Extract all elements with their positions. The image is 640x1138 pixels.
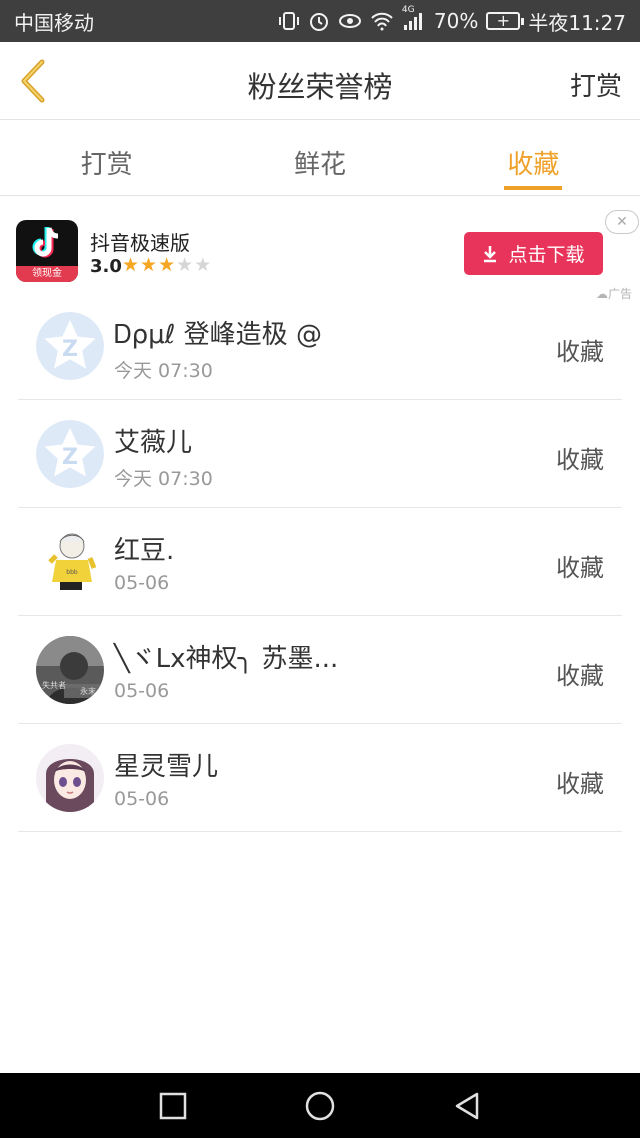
list-item[interactable]: Z Ꭰρμℓ 登峰造极 @ 今天 07:30 收藏: [18, 292, 622, 400]
header: 粉丝荣誉榜 打赏: [0, 42, 640, 120]
eye-icon: [338, 12, 362, 30]
svg-text:Z: Z: [62, 445, 78, 470]
action-label: 收藏: [556, 554, 604, 582]
item-date: 今天 07:30: [114, 360, 213, 382]
app-icon-badge: 领现金: [16, 266, 78, 282]
user-name: 红豆.: [114, 536, 175, 566]
page-title: 粉丝荣誉榜: [247, 70, 393, 104]
back-icon: [455, 1092, 478, 1119]
star-icon: ★: [176, 254, 195, 276]
screen: 中国移动 4G 70% + 半夜11:27 粉丝荣誉榜 打赏 打赏 鲜花 收藏 …: [0, 0, 640, 1138]
item-date: 05-06: [114, 680, 170, 702]
svg-text:失共者: 失共者: [42, 680, 66, 690]
recents-icon: [160, 1092, 187, 1119]
user-name: 艾薇儿: [114, 428, 193, 458]
tab-underline: [504, 186, 563, 190]
action-label: 收藏: [556, 446, 604, 474]
clock: 半夜11:27: [528, 10, 626, 35]
wifi-icon: [370, 11, 394, 31]
ad-banner[interactable]: 领现金 抖音极速版 3.0 ★★★★★ 点击下载 ✕ ☁广告: [0, 196, 640, 301]
download-label: 点击下载: [508, 244, 585, 266]
home-button[interactable]: [300, 1086, 340, 1126]
status-icons: 4G 70% + 半夜11:27: [278, 5, 626, 36]
list-item[interactable]: 星灵雪儿 05-06 收藏: [18, 724, 622, 832]
list-item[interactable]: bbb 红豆. 05-06 收藏: [18, 508, 622, 616]
item-date: 今天 07:30: [114, 468, 213, 490]
list-item[interactable]: Z 艾薇儿 今天 07:30 收藏: [18, 400, 622, 508]
user-name: 星灵雪儿: [114, 752, 219, 782]
recents-button[interactable]: [153, 1086, 193, 1126]
ad-rating-value: 3.0: [90, 256, 122, 277]
tab-tip[interactable]: 打赏: [0, 120, 213, 195]
tab-label: 鲜花: [293, 150, 346, 180]
battery-percent: 70%: [433, 9, 479, 33]
cartoon-avatar[interactable]: bbb: [36, 528, 104, 596]
carrier-label: 中国移动: [14, 10, 94, 35]
signal-icon: 4G: [402, 5, 426, 31]
photo-avatar[interactable]: 失共者永末: [36, 636, 104, 704]
navigation-bar: [0, 1073, 640, 1138]
tab-favorites[interactable]: 收藏: [427, 120, 640, 195]
battery-icon: +: [486, 12, 525, 30]
home-icon: [305, 1091, 335, 1120]
tab-flowers[interactable]: 鲜花: [213, 120, 426, 195]
item-date: 05-06: [114, 788, 170, 810]
svg-text:bbb: bbb: [66, 569, 78, 576]
tab-label: 收藏: [507, 150, 560, 180]
star-icon: ★: [194, 254, 213, 276]
action-label: 收藏: [556, 338, 604, 366]
svg-text:Z: Z: [62, 337, 78, 362]
nav-back-button[interactable]: [447, 1086, 487, 1126]
default-avatar[interactable]: Z: [36, 312, 104, 380]
favorites-list: Z Ꭰρμℓ 登峰造极 @ 今天 07:30 收藏 Z 艾薇儿 今天 07:30…: [18, 292, 622, 832]
download-icon: [484, 245, 497, 262]
alarm-icon: [308, 10, 330, 32]
download-button[interactable]: 点击下载: [464, 232, 603, 275]
star-icon: ★: [122, 254, 141, 276]
star-icon: ★: [140, 254, 159, 276]
action-label: 收藏: [556, 770, 604, 798]
status-bar: 中国移动 4G 70% + 半夜11:27: [0, 0, 640, 42]
tab-label: 打赏: [80, 150, 133, 180]
list-item[interactable]: 失共者永末 ╲ヾLx神权╮ 苏墨... 05-06 收藏: [18, 616, 622, 724]
douyin-app-icon: 领现金: [16, 220, 78, 282]
network-type: 4G: [401, 5, 415, 15]
action-label: 收藏: [556, 662, 604, 690]
svg-text:永末: 永末: [80, 686, 96, 696]
tab-bar: 打赏 鲜花 收藏: [0, 120, 640, 196]
vibrate-icon: [278, 11, 300, 31]
close-icon[interactable]: ✕: [605, 210, 639, 234]
default-avatar[interactable]: Z: [36, 420, 104, 488]
item-date: 05-06: [114, 572, 170, 594]
ad-app-name: 抖音极速版: [90, 231, 190, 255]
star-icon: ★: [158, 254, 177, 276]
anime-girl-avatar[interactable]: [36, 744, 104, 812]
user-name: Ꭰρμℓ 登峰造极 @: [114, 320, 322, 350]
user-name: ╲ヾLx神权╮ 苏墨...: [114, 644, 339, 674]
tip-button[interactable]: 打赏: [570, 66, 622, 103]
ad-rating-stars: ★★★★★: [122, 254, 212, 276]
